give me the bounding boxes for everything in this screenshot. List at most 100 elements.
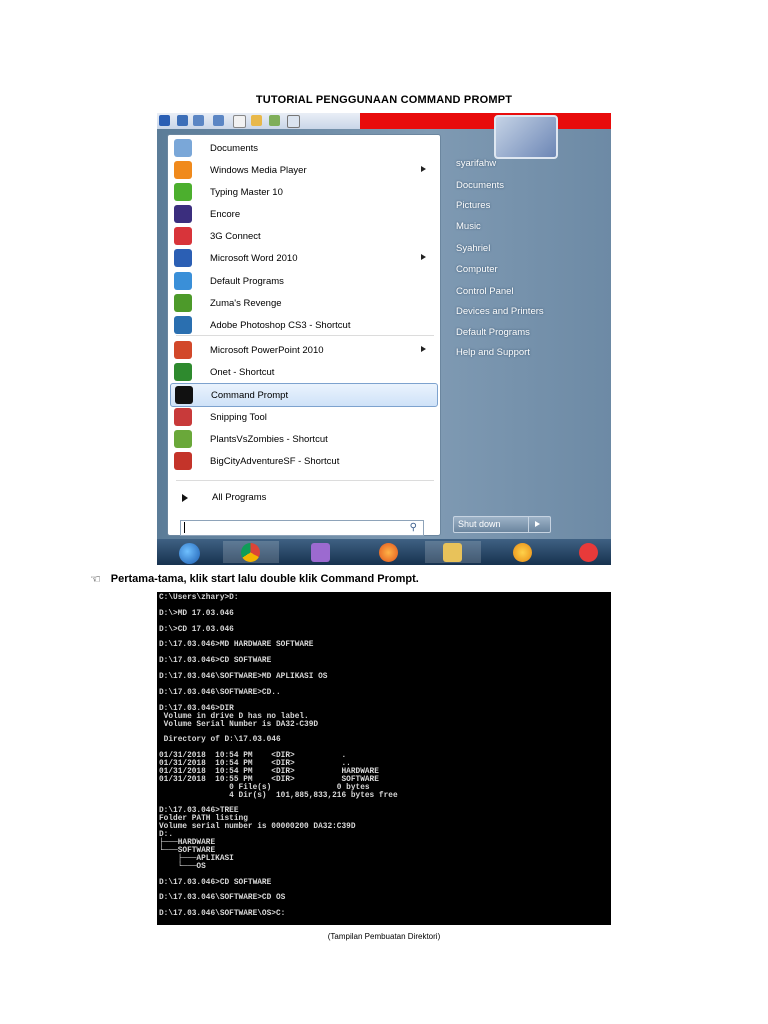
taskbar xyxy=(157,539,611,565)
start-menu-item[interactable]: Default Programs xyxy=(170,270,438,292)
start-menu-item[interactable]: Command Prompt xyxy=(170,383,438,407)
encore-icon xyxy=(174,205,192,223)
windows-logo-icon xyxy=(179,543,200,564)
undo-icon[interactable] xyxy=(193,115,204,126)
start-menu-item[interactable]: Windows Media Player xyxy=(170,159,438,181)
start-menu-place[interactable]: Control Panel xyxy=(456,286,514,297)
start-menu-item[interactable]: BigCityAdventureSF - Shortcut xyxy=(170,450,438,472)
powerpoint-icon xyxy=(174,341,192,359)
start-menu-item-label: Windows Media Player xyxy=(210,164,307,176)
start-menu-place[interactable]: Documents xyxy=(456,180,504,191)
start-menu-place[interactable]: syarifahw xyxy=(456,158,496,169)
default-programs-icon xyxy=(174,272,192,290)
start-menu-item-label: PlantsVsZombies - Shortcut xyxy=(210,433,328,445)
start-menu-item[interactable]: Adobe Photoshop CS3 - Shortcut xyxy=(170,314,438,336)
connect-icon xyxy=(174,227,192,245)
start-menu-item-label: Encore xyxy=(210,208,241,220)
document-title: TUTORIAL PENGGUNAAN COMMAND PROMPT xyxy=(255,94,513,106)
start-menu-item-label: Microsoft Word 2010 xyxy=(210,252,298,264)
start-menu-item[interactable]: Documents xyxy=(170,137,438,159)
divider xyxy=(176,335,434,336)
taskbar-media-player[interactable] xyxy=(293,541,349,563)
documents-icon xyxy=(174,139,192,157)
submenu-arrow-icon xyxy=(421,254,426,260)
instruction-text: Pertama-tama, klik start lalu double kli… xyxy=(110,573,419,585)
save-icon[interactable] xyxy=(177,115,188,126)
folder-icon xyxy=(443,543,462,562)
media-player-icon xyxy=(174,161,192,179)
start-menu-place[interactable]: Syahriel xyxy=(456,243,490,254)
start-menu-place[interactable]: Devices and Printers xyxy=(456,306,544,317)
open-folder-icon[interactable] xyxy=(251,115,262,126)
search-input[interactable]: ⚲ xyxy=(180,520,424,536)
start-menu-item[interactable]: 3G Connect xyxy=(170,225,438,247)
onet-icon xyxy=(174,363,192,381)
pointing-hand-icon: ☜ xyxy=(90,572,101,586)
start-menu-item-label: Onet - Shortcut xyxy=(210,366,275,378)
command-prompt-screenshot: C:\Users\zhary>D: D:\>MD 17.03.046 D:\>C… xyxy=(157,592,611,925)
programs-pane: All Programs ⚲ Documents Windows Media Pl… xyxy=(167,134,441,536)
word-icon xyxy=(174,249,192,267)
start-menu-item-label: Documents xyxy=(210,142,259,154)
start-menu-place[interactable]: Help and Support xyxy=(456,347,530,358)
plants-zombies-icon xyxy=(174,430,192,448)
start-menu-place[interactable]: Music xyxy=(456,221,481,232)
start-menu-item[interactable]: Microsoft Word 2010 xyxy=(170,247,438,269)
submenu-arrow-icon xyxy=(421,166,426,172)
zuma-icon xyxy=(174,294,192,312)
places-pane: syarifahw Documents Pictures Music Syahriel C… xyxy=(453,129,611,539)
word-icon[interactable] xyxy=(159,115,170,126)
start-menu-item[interactable]: PlantsVsZombies - Shortcut xyxy=(170,428,438,450)
start-menu-screenshot: All Programs ⚲ Documents Windows Media Pl… xyxy=(157,113,611,565)
shutdown-label: Shut down xyxy=(458,519,501,529)
redo-icon[interactable] xyxy=(213,115,224,126)
chrome-icon xyxy=(241,543,260,562)
shutdown-options-icon[interactable] xyxy=(535,521,540,527)
taskbar-firefox[interactable] xyxy=(361,541,417,563)
taskbar-chrome[interactable] xyxy=(223,541,279,563)
shutdown-button[interactable]: Shut down xyxy=(453,516,551,533)
search-icon[interactable]: ⚲ xyxy=(410,522,417,533)
typing-master-icon xyxy=(174,183,192,201)
instruction-bullet: ☜ Pertama-tama, klik start lalu double k… xyxy=(90,572,419,586)
taskbar-app[interactable] xyxy=(495,541,551,563)
start-menu-place[interactable]: Pictures xyxy=(456,200,490,211)
media-player-icon xyxy=(311,543,330,562)
figure-caption: (Tampilan Pembuatan Direktori) xyxy=(327,932,441,941)
new-document-icon[interactable] xyxy=(233,115,246,128)
start-menu-item-label: Adobe Photoshop CS3 - Shortcut xyxy=(210,319,351,331)
start-menu-item-label: Command Prompt xyxy=(211,389,289,401)
start-orb-button[interactable] xyxy=(159,541,219,564)
firefox-icon xyxy=(379,543,398,562)
start-menu-item-label: Default Programs xyxy=(210,275,284,287)
all-programs-button[interactable]: All Programs xyxy=(182,492,266,503)
start-menu-item-label: 3G Connect xyxy=(210,230,261,242)
start-menu-item[interactable]: Zuma's Revenge xyxy=(170,292,438,314)
print-preview-icon[interactable] xyxy=(269,115,280,126)
command-prompt-icon xyxy=(175,386,193,404)
start-menu-item[interactable]: Encore xyxy=(170,203,438,225)
taskbar-app-2[interactable] xyxy=(561,541,611,563)
customize-toolbar-icon[interactable] xyxy=(287,115,300,128)
start-menu-place[interactable]: Computer xyxy=(456,264,498,275)
app-icon xyxy=(513,543,532,562)
start-menu-item-label: Zuma's Revenge xyxy=(210,297,282,309)
start-menu-item[interactable]: Onet - Shortcut xyxy=(170,361,438,383)
start-menu-item[interactable]: Microsoft PowerPoint 2010 xyxy=(170,339,438,361)
divider xyxy=(176,480,434,481)
all-programs-label: All Programs xyxy=(212,492,267,503)
submenu-arrow-icon xyxy=(421,346,426,352)
start-menu-item[interactable]: Typing Master 10 xyxy=(170,181,438,203)
taskbar-explorer[interactable] xyxy=(425,541,481,563)
start-menu-place[interactable]: Default Programs xyxy=(456,327,530,338)
bigcity-icon xyxy=(174,452,192,470)
photoshop-icon xyxy=(174,316,192,334)
console-output: C:\Users\zhary>D: D:\>MD 17.03.046 D:\>C… xyxy=(159,594,398,919)
start-menu-item-label: Snipping Tool xyxy=(210,411,267,423)
arrow-right-icon xyxy=(182,493,188,502)
start-menu-item-label: Typing Master 10 xyxy=(210,186,283,198)
start-menu-item-label: Microsoft PowerPoint 2010 xyxy=(210,344,324,356)
start-menu-item[interactable]: Snipping Tool xyxy=(170,406,438,428)
text-cursor xyxy=(184,522,185,533)
start-menu-item-label: BigCityAdventureSF - Shortcut xyxy=(210,455,340,467)
